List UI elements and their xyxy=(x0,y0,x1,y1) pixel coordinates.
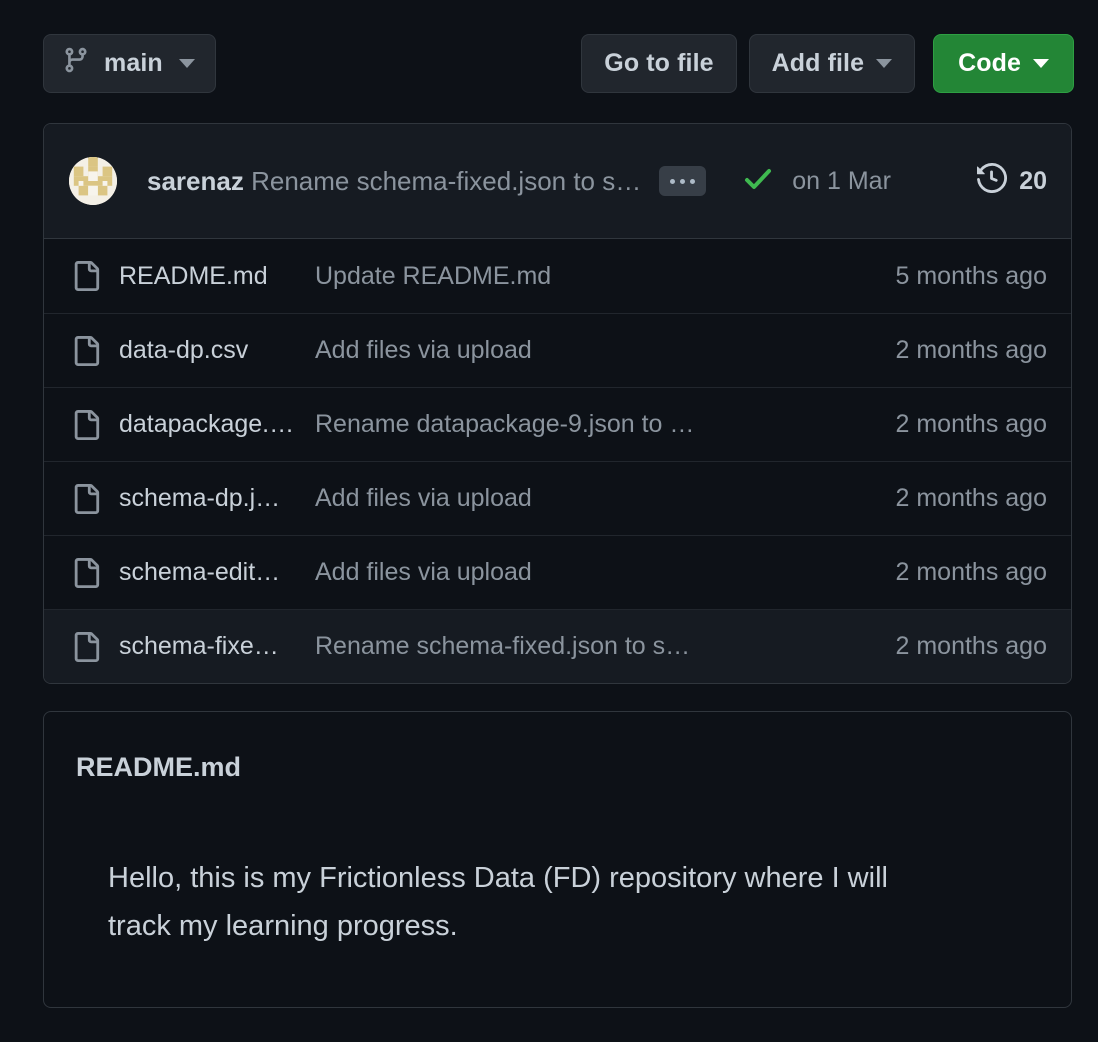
avatar[interactable] xyxy=(69,157,117,205)
readme-title: README.md xyxy=(76,752,242,782)
file-icon xyxy=(69,557,103,588)
add-file-label: Add file xyxy=(771,48,865,77)
code-label: Code xyxy=(958,48,1021,77)
go-to-file-button[interactable]: Go to file xyxy=(581,33,737,93)
file-name-link[interactable]: schema-fixe… xyxy=(119,632,315,661)
chevron-down-icon xyxy=(1033,58,1049,68)
file-last-commit-age: 2 months ago xyxy=(895,336,1048,364)
file-last-commit-age: 2 months ago xyxy=(895,558,1048,586)
readme-card: README.md Hello, this is my Frictionless… xyxy=(43,711,1072,1008)
commit-history-link[interactable]: 20 xyxy=(977,162,1047,200)
commit-count-label: 20 xyxy=(1019,166,1047,195)
latest-commit-header: sarenaz Rename schema-fixed.json to s… o… xyxy=(44,124,1071,239)
file-last-commit-age: 5 months ago xyxy=(895,261,1048,290)
file-name-link[interactable]: data-dp.csv xyxy=(119,336,315,365)
file-commit-message[interactable]: Add files via upload xyxy=(315,336,896,365)
code-button[interactable]: Code xyxy=(933,33,1074,93)
table-row[interactable]: schema-edit… Add files via upload 2 months… xyxy=(44,535,1071,609)
file-commit-message[interactable]: Rename datapackage-9.json to … xyxy=(315,410,896,439)
readme-body-text: Hello, this is my Frictionless Data (FD)… xyxy=(108,862,888,942)
add-file-button[interactable]: Add file xyxy=(748,33,916,93)
chevron-down-icon xyxy=(876,58,893,68)
repository-file-browser: main Go to file Add file Code sarenaz Re… xyxy=(0,0,1098,1042)
table-row[interactable]: data-dp.csv Add files via upload 2 months … xyxy=(44,313,1071,387)
ellipsis-dot xyxy=(690,178,696,184)
file-listing-card: sarenaz Rename schema-fixed.json to s… o… xyxy=(43,123,1072,684)
file-last-commit-age: 2 months ago xyxy=(895,484,1048,512)
table-row[interactable]: README.md Update README.md 5 months ago xyxy=(44,239,1071,313)
file-icon xyxy=(69,631,103,662)
file-icon xyxy=(69,483,103,514)
go-to-file-label: Go to file xyxy=(604,48,714,77)
file-rows-container: README.md Update README.md 5 months ago dat… xyxy=(44,239,1071,683)
commit-message-expand-button[interactable] xyxy=(659,166,707,196)
file-last-commit-age: 2 months ago xyxy=(895,632,1048,660)
chevron-down-icon xyxy=(178,58,195,68)
file-commit-message[interactable]: Update README.md xyxy=(315,262,896,291)
branch-name-label: main xyxy=(104,48,163,77)
file-icon xyxy=(69,261,103,291)
latest-commit-message[interactable]: sarenaz Rename schema-fixed.json to s… xyxy=(147,166,641,197)
file-name-link[interactable]: README.md xyxy=(119,262,315,291)
file-name-link[interactable]: schema-edit… xyxy=(119,558,315,587)
commit-message-text[interactable]: Rename schema-fixed.json to s… xyxy=(251,166,641,196)
history-icon xyxy=(977,162,1008,200)
ellipsis-dot xyxy=(670,178,676,184)
file-last-commit-age: 2 months ago xyxy=(895,410,1048,438)
file-commit-message[interactable]: Rename schema-fixed.json to s… xyxy=(315,632,896,661)
file-icon xyxy=(69,335,103,366)
commit-date: on 1 Mar xyxy=(792,166,891,195)
check-icon[interactable] xyxy=(742,163,774,200)
git-branch-icon xyxy=(62,46,90,81)
ellipsis-dot xyxy=(680,178,686,184)
commit-author-name[interactable]: sarenaz xyxy=(147,166,244,196)
file-commit-message[interactable]: Add files via upload xyxy=(315,484,896,513)
file-commit-message[interactable]: Add files via upload xyxy=(315,558,896,587)
table-row[interactable]: schema-dp.j… Add files via upload 2 months… xyxy=(44,461,1071,535)
file-icon xyxy=(69,409,103,440)
branch-selector-button[interactable]: main xyxy=(43,33,216,93)
table-row[interactable]: schema-fixe… Rename schema-fixed.json to … xyxy=(44,609,1071,683)
file-name-link[interactable]: schema-dp.j… xyxy=(119,484,315,513)
repo-toolbar: main Go to file Add file Code xyxy=(43,33,1074,93)
table-row[interactable]: datapackage.… Rename datapackage-9.json t… xyxy=(44,387,1071,461)
file-name-link[interactable]: datapackage.… xyxy=(119,410,315,439)
